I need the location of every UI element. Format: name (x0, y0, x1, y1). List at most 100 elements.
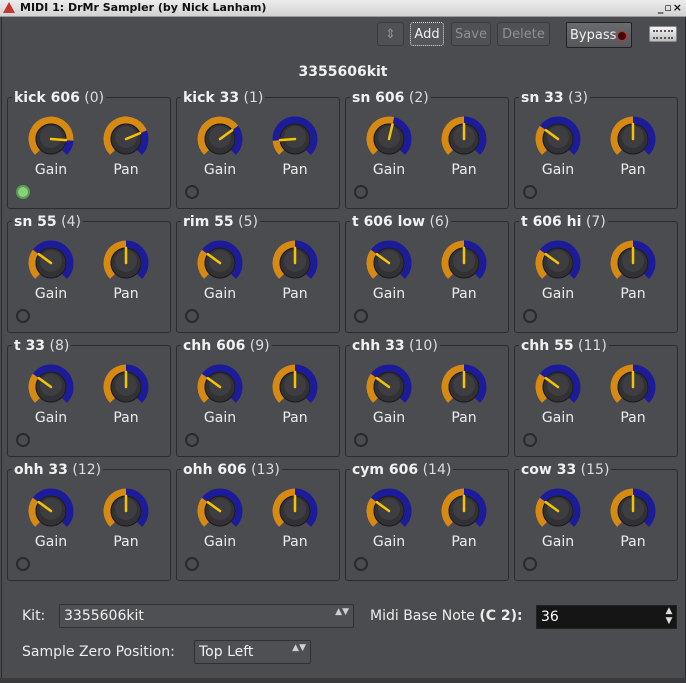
gain-knob[interactable] (28, 488, 74, 534)
gain-knob[interactable] (28, 116, 74, 162)
delete-button[interactable]: Delete (497, 22, 550, 46)
trigger-led (16, 185, 30, 199)
sample-name: chh 33 (10) (350, 338, 440, 354)
add-button[interactable]: Add (410, 22, 444, 46)
gain-label: Gain (203, 162, 237, 178)
sample-index: (9) (249, 338, 270, 354)
gain-knob[interactable] (535, 116, 581, 162)
pan-label: Pan (282, 162, 308, 178)
pan-knob[interactable] (610, 488, 656, 534)
sample-index: (3) (568, 90, 588, 106)
sample-cell: chh 55 (11) Gain Pan (514, 338, 678, 457)
pan-label: Pan (113, 162, 139, 178)
pan-knob[interactable] (103, 488, 149, 534)
sample-index: (1) (243, 90, 264, 106)
pan-knob[interactable] (441, 240, 487, 286)
pan-knob[interactable] (272, 364, 318, 410)
pan-label: Pan (620, 410, 646, 426)
sample-index: (10) (409, 338, 438, 354)
gain-knob[interactable] (535, 488, 581, 534)
sample-cell: t 33 (8) Gain Pan (7, 338, 171, 457)
sample-cell: t 606 low (6) Gain Pan (345, 214, 509, 333)
sample-cell: sn 55 (4) Gain Pan (7, 214, 171, 333)
sample-name: kick 606 (0) (12, 90, 107, 106)
sample-name: ohh 33 (12) (12, 462, 104, 478)
gain-label: Gain (541, 286, 575, 302)
pan-knob[interactable] (272, 116, 318, 162)
gain-knob[interactable] (366, 488, 412, 534)
gain-label: Gain (203, 534, 237, 550)
pan-knob[interactable] (441, 488, 487, 534)
sample-name: chh 55 (11) (519, 338, 609, 354)
window-bottom-border (0, 678, 686, 683)
pan-knob[interactable] (272, 240, 318, 286)
sample-name: ohh 606 (13) (181, 462, 282, 478)
sample-cell: cow 33 (15) Gain Pan (514, 462, 678, 581)
pan-label: Pan (620, 534, 646, 550)
gain-knob[interactable] (197, 488, 243, 534)
keyboard-icon[interactable] (649, 26, 677, 42)
pan-knob[interactable] (610, 116, 656, 162)
pan-label: Pan (282, 286, 308, 302)
trigger-led (354, 557, 368, 571)
trigger-led (523, 309, 537, 323)
sample-cell: ohh 33 (12) Gain Pan (7, 462, 171, 581)
pan-label: Pan (113, 286, 139, 302)
spin-arrows-icon[interactable]: ▲ ▼ (663, 606, 675, 628)
pan-knob[interactable] (441, 364, 487, 410)
gain-knob[interactable] (366, 240, 412, 286)
base-note-spinbox[interactable]: 36 ▲ ▼ (536, 605, 677, 629)
gain-knob[interactable] (197, 364, 243, 410)
gain-knob[interactable] (28, 364, 74, 410)
pan-knob[interactable] (610, 364, 656, 410)
gain-knob[interactable] (366, 364, 412, 410)
base-note-value: 36 (541, 609, 559, 625)
sample-index: (5) (238, 214, 258, 230)
bypass-led (617, 31, 627, 41)
combo-arrows-icon: ▲▼ (335, 607, 349, 617)
sample-name: cym 606 (14) (350, 462, 454, 478)
pan-knob[interactable] (103, 240, 149, 286)
gain-label: Gain (541, 162, 575, 178)
gain-label: Gain (34, 162, 68, 178)
pan-knob[interactable] (103, 116, 149, 162)
sample-name: rim 55 (5) (181, 214, 260, 230)
sample-index: (7) (585, 214, 606, 230)
sample-name: t 606 low (6) (350, 214, 452, 230)
gain-label: Gain (203, 286, 237, 302)
trigger-led (185, 557, 199, 571)
sample-name: sn 33 (3) (519, 90, 590, 106)
sample-cell: chh 33 (10) Gain Pan (345, 338, 509, 457)
gain-knob[interactable] (28, 240, 74, 286)
sample-cell: rim 55 (5) Gain Pan (176, 214, 340, 333)
sample-cell: chh 606 (9) Gain Pan (176, 338, 340, 457)
gain-knob[interactable] (535, 364, 581, 410)
sample-index: (2) (408, 90, 429, 106)
trigger-led (523, 557, 537, 571)
kit-combo[interactable]: 3355606kit ▲▼ (59, 604, 354, 628)
gain-knob[interactable] (197, 116, 243, 162)
pan-knob[interactable] (441, 116, 487, 162)
sample-name: chh 606 (9) (181, 338, 272, 354)
bypass-button[interactable]: Bypass (566, 22, 632, 48)
sample-index: (14) (422, 462, 452, 478)
gain-knob[interactable] (197, 240, 243, 286)
gain-knob[interactable] (535, 240, 581, 286)
gain-knob[interactable] (366, 116, 412, 162)
sample-name: sn 55 (4) (12, 214, 83, 230)
kit-label: Kit: (22, 608, 46, 624)
save-button[interactable]: Save (451, 22, 491, 46)
pan-knob[interactable] (610, 240, 656, 286)
combo-arrows-icon: ▲▼ (292, 643, 306, 653)
window-controls[interactable]: _▫× (658, 0, 683, 16)
pan-knob[interactable] (103, 364, 149, 410)
sample-cell: sn 606 (2) Gain Pan (345, 90, 509, 209)
gain-label: Gain (372, 534, 406, 550)
trigger-led (16, 557, 30, 571)
zero-position-combo[interactable]: Top Left ▲▼ (194, 640, 311, 664)
pan-knob[interactable] (272, 488, 318, 534)
sample-index: (12) (72, 462, 102, 478)
pan-label: Pan (451, 534, 477, 550)
trigger-led (354, 309, 368, 323)
preset-stepper[interactable]: ⇕ (377, 22, 404, 46)
